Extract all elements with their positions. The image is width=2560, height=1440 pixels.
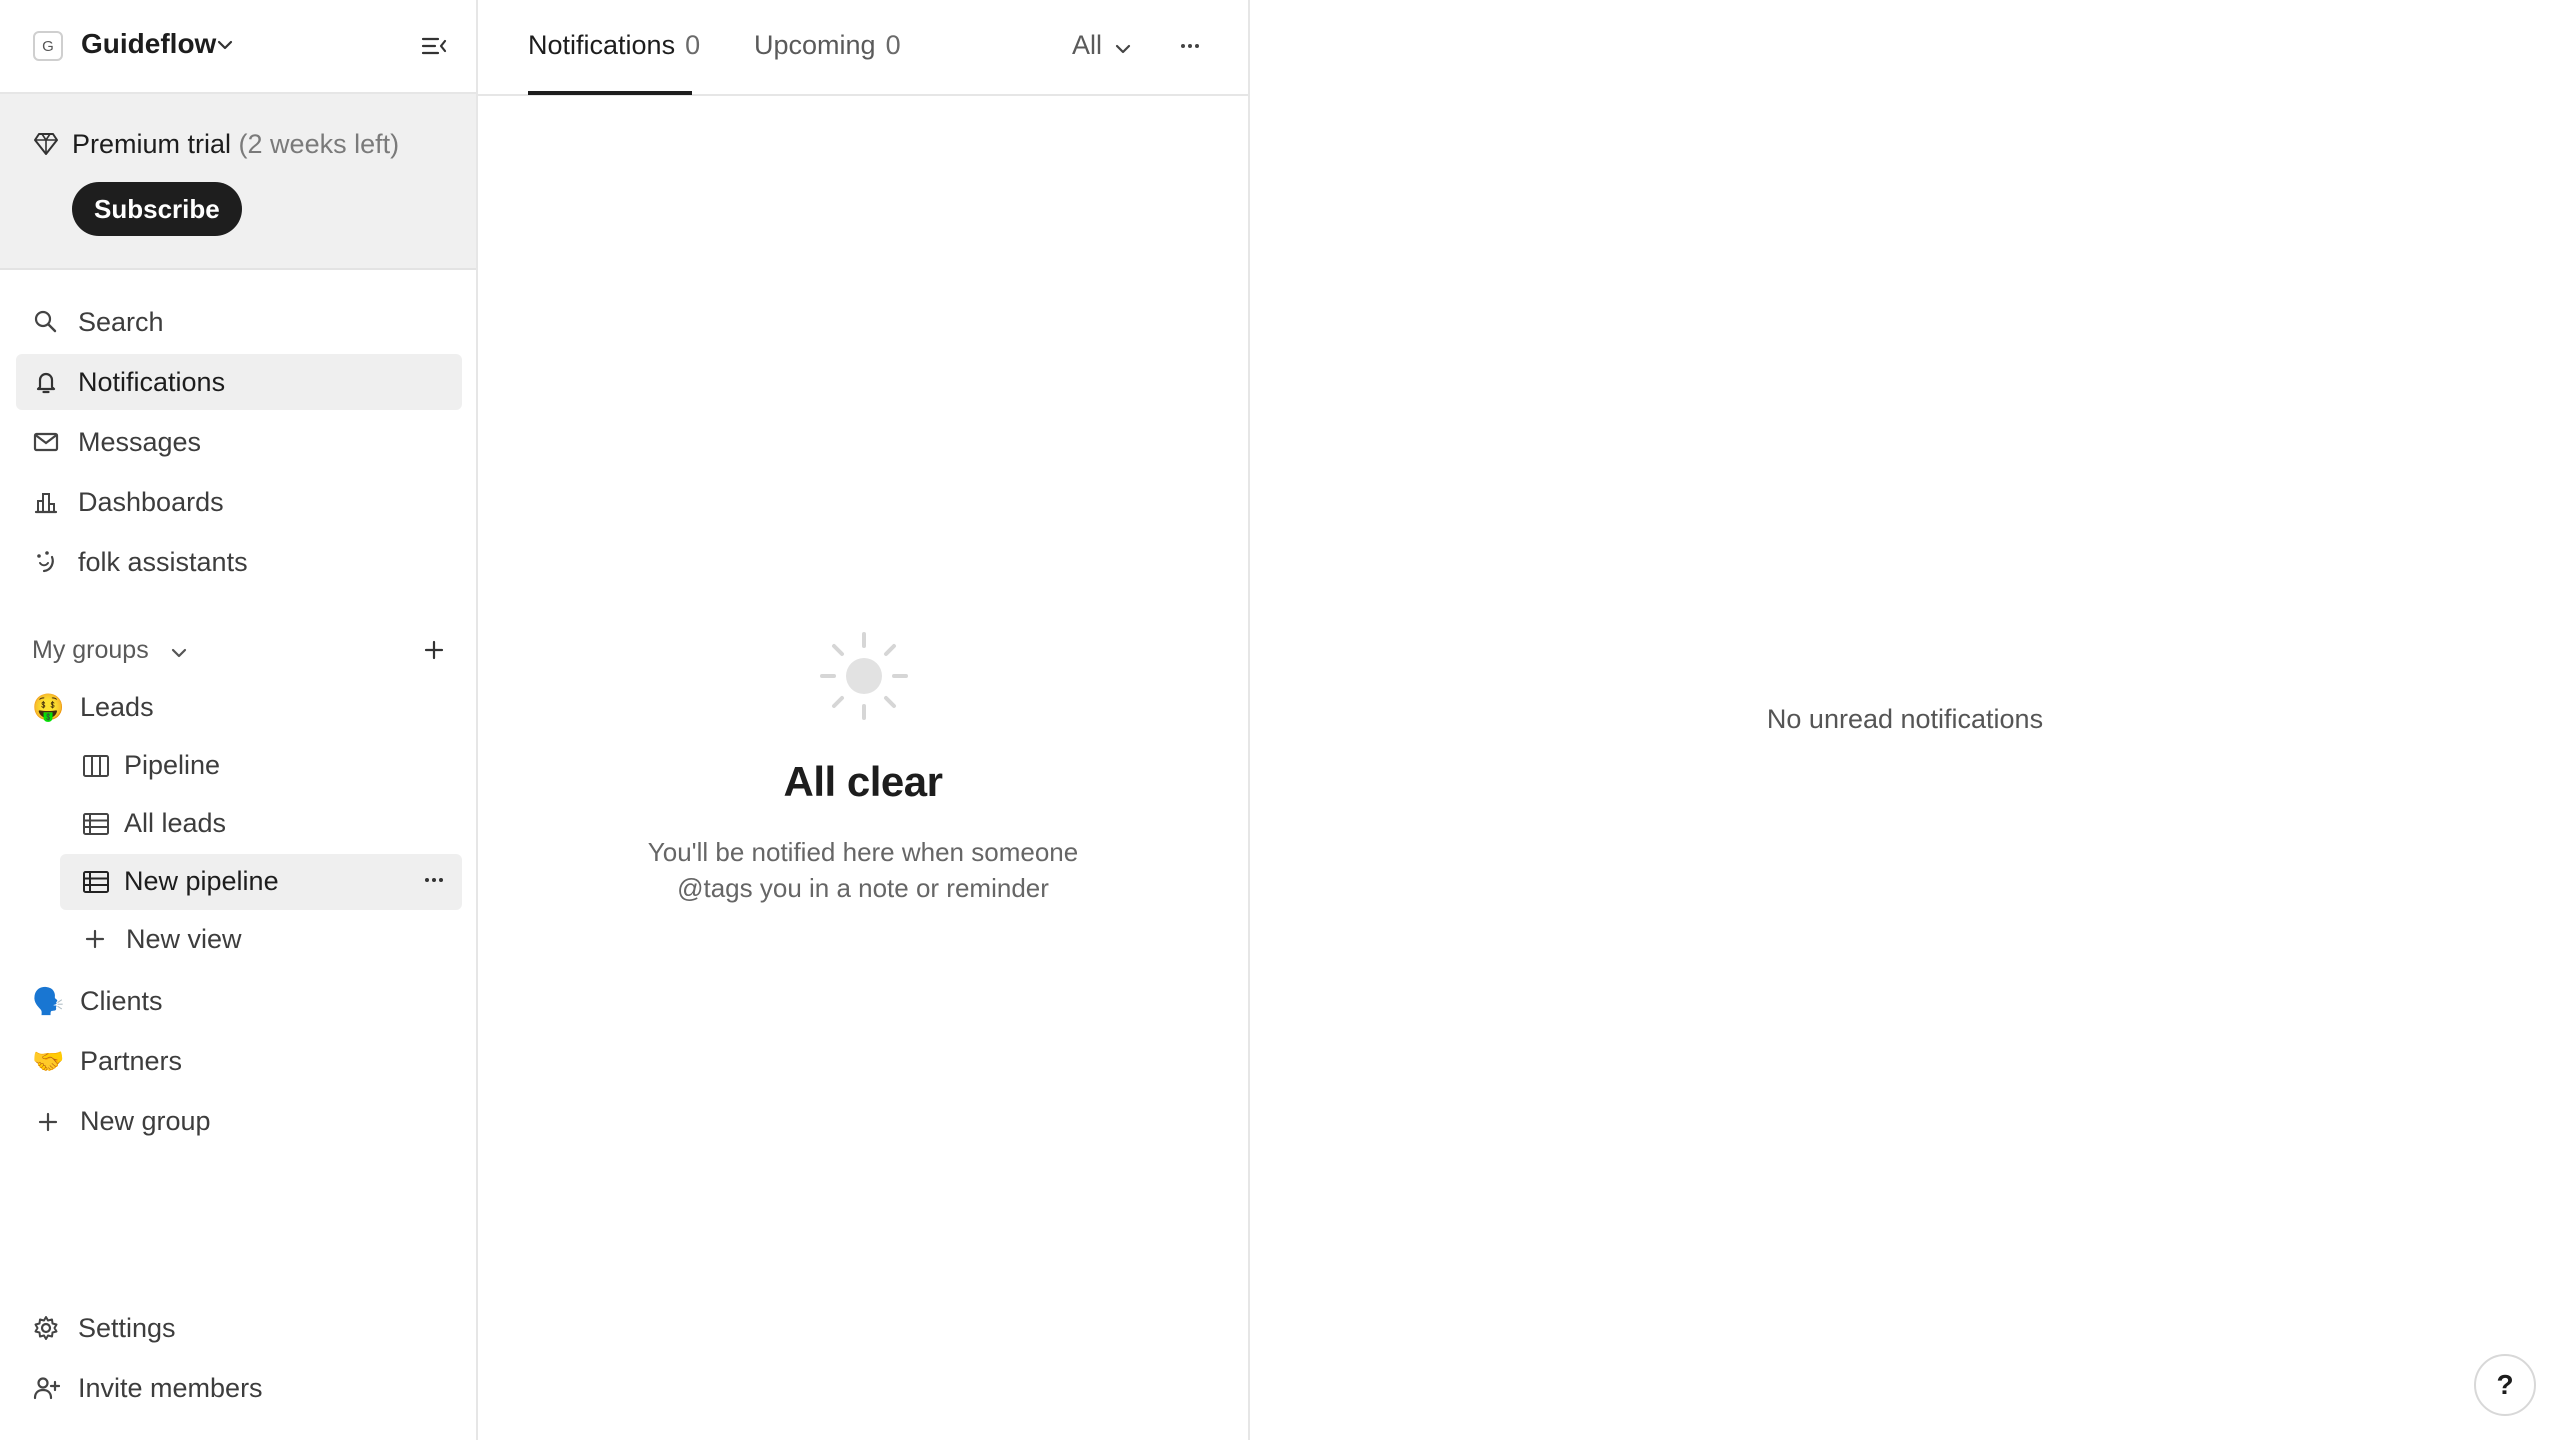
view-all-leads[interactable]: All leads xyxy=(60,796,462,852)
sidebar: G Guideflow Premium trial (2 weeks left)… xyxy=(0,0,478,1440)
group-label: Partners xyxy=(80,1046,183,1076)
assistant-face-icon xyxy=(32,548,60,576)
view-label: All leads xyxy=(124,808,227,838)
table-icon xyxy=(82,869,110,895)
notifications-panel: Notifications 0 Upcoming 0 All All clear Y… xyxy=(478,0,1250,1440)
group-label: Clients xyxy=(80,986,163,1016)
empty-state-title: All clear xyxy=(783,758,943,805)
help-button[interactable]: ? xyxy=(2474,1354,2536,1416)
nav-assistants[interactable]: folk assistants xyxy=(16,534,462,590)
nav-label: Dashboards xyxy=(78,486,224,517)
trial-text: Premium trial (2 weeks left) xyxy=(72,129,399,160)
empty-state-text: You'll be notified here when someone @ta… xyxy=(478,834,1248,906)
new-view-button[interactable]: New view xyxy=(60,912,462,968)
diamond-icon xyxy=(33,132,59,156)
sun-icon xyxy=(818,630,910,722)
nav-label: Messages xyxy=(78,426,202,457)
view-pipeline[interactable]: Pipeline xyxy=(60,738,462,794)
trial-remaining: (2 weeks left) xyxy=(238,129,400,159)
table-icon xyxy=(82,811,110,837)
group-label: Leads xyxy=(80,692,154,722)
notification-detail: No unread notifications xyxy=(1250,0,2560,1440)
tab-label: Upcoming xyxy=(754,30,876,60)
chevron-down-icon[interactable] xyxy=(216,36,234,54)
gear-icon xyxy=(32,1314,60,1342)
nav-notifications[interactable]: Notifications xyxy=(16,354,462,410)
workspace-avatar[interactable]: G xyxy=(33,31,63,61)
view-new-pipeline[interactable]: New pipeline xyxy=(60,854,462,910)
money-face-emoji-icon: 🤑 xyxy=(32,692,65,722)
mail-icon xyxy=(32,428,60,456)
more-options-icon[interactable] xyxy=(422,868,446,892)
board-icon xyxy=(82,753,110,779)
view-label: New pipeline xyxy=(124,866,279,896)
nav-label: Notifications xyxy=(78,366,226,397)
nav-label: Settings xyxy=(78,1312,176,1343)
bar-chart-icon xyxy=(32,488,60,516)
nav-label: Search xyxy=(78,306,164,337)
tabs-bar: Notifications 0 Upcoming 0 All xyxy=(478,0,1248,96)
no-unread-message: No unread notifications xyxy=(1766,704,2044,734)
subscribe-button[interactable]: Subscribe xyxy=(72,182,242,236)
nav-settings[interactable]: Settings xyxy=(16,1300,462,1356)
tab-count: 0 xyxy=(685,30,701,60)
plus-icon xyxy=(32,1110,64,1134)
add-group-icon[interactable] xyxy=(422,638,446,662)
collapse-sidebar-icon[interactable] xyxy=(418,30,450,62)
empty-state-line: You'll be notified here when someone xyxy=(647,837,1079,867)
tab-upcoming[interactable]: Upcoming 0 xyxy=(754,30,901,61)
tab-notifications[interactable]: Notifications 0 xyxy=(528,30,700,61)
nav-label: Invite members xyxy=(78,1372,263,1403)
my-groups-header[interactable]: My groups xyxy=(32,636,149,665)
search-icon xyxy=(32,308,60,336)
invite-members-button[interactable]: Invite members xyxy=(16,1360,462,1416)
workspace-name[interactable]: Guideflow xyxy=(81,28,216,60)
trial-banner: Premium trial (2 weeks left) Subscribe xyxy=(0,94,476,270)
plus-icon xyxy=(84,928,106,950)
tab-label: Notifications xyxy=(528,30,676,60)
handshake-emoji-icon: 🤝 xyxy=(32,1046,65,1076)
group-partners[interactable]: 🤝 Partners xyxy=(16,1034,462,1090)
group-leads[interactable]: 🤑 Leads xyxy=(16,680,462,736)
view-label: Pipeline xyxy=(124,750,221,780)
filter-dropdown[interactable]: All xyxy=(1072,30,1102,61)
group-clients[interactable]: 🗣️ Clients xyxy=(16,974,462,1030)
workspace-header: G Guideflow xyxy=(0,0,476,94)
chevron-down-icon[interactable] xyxy=(1114,40,1132,58)
active-tab-indicator xyxy=(528,91,692,95)
nav-label: folk assistants xyxy=(78,546,248,577)
speaking-head-emoji-icon: 🗣️ xyxy=(32,986,65,1016)
view-label: New view xyxy=(126,924,242,954)
group-label: New group xyxy=(80,1106,211,1136)
nav-messages[interactable]: Messages xyxy=(16,414,462,470)
add-user-icon xyxy=(32,1374,60,1402)
bell-icon xyxy=(32,368,60,396)
chevron-down-icon[interactable] xyxy=(170,644,188,662)
nav-dashboards[interactable]: Dashboards xyxy=(16,474,462,530)
nav-search[interactable]: Search xyxy=(16,294,462,350)
more-options-icon[interactable] xyxy=(1178,34,1202,58)
trial-label: Premium trial xyxy=(72,129,232,159)
new-group-button[interactable]: New group xyxy=(16,1094,462,1150)
empty-state-line: @tags you in a note or reminder xyxy=(677,873,1049,903)
tab-count: 0 xyxy=(885,30,901,60)
